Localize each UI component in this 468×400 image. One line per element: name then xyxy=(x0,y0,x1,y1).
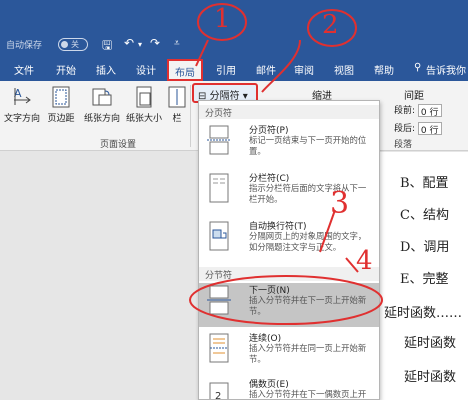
redo-icon[interactable]: ↷ xyxy=(150,36,160,50)
ribbon-tabs: 文件 开始 插入 设计 布局 引用 邮件 审阅 视图 帮助 ⚲ 告诉我你 xyxy=(0,57,468,81)
spacing-label: 间距 xyxy=(404,91,424,102)
size-button[interactable]: 纸张大小 xyxy=(124,85,164,124)
spacing-before-row: 段前: 0 行 xyxy=(394,103,442,118)
text-direction-button[interactable]: A 文字方向 xyxy=(4,85,40,124)
columns-button[interactable]: 栏 xyxy=(166,85,188,124)
spacing-after-label: 段后: xyxy=(394,124,416,134)
text-direction-icon: A xyxy=(14,87,31,105)
doc-line: C、结构 xyxy=(400,208,449,223)
next-page-icon xyxy=(207,285,231,315)
size-icon xyxy=(136,86,152,108)
undo-dropdown-icon[interactable]: ▾ xyxy=(138,40,142,49)
margins-icon xyxy=(52,86,70,108)
customize-qa-icon[interactable]: ⩡ xyxy=(174,38,180,49)
even-page-item[interactable]: 2 偶数页(E) 插入分节符并在下一偶数页上开始新节。 xyxy=(199,377,379,400)
column-break-icon xyxy=(209,173,229,203)
toggle-state: 关 xyxy=(71,40,79,49)
text-wrapping-desc: 分隔网页上的对象周围的文字，如分隔题注文字与正文。 xyxy=(249,231,367,252)
orientation-button[interactable]: 纸张方向 xyxy=(82,85,122,124)
even-page-desc: 插入分节符并在下一偶数页上开始新节。 xyxy=(249,389,367,399)
doc-line: 延时函数 xyxy=(404,336,457,351)
section-breaks-header: 分节符 xyxy=(199,267,379,281)
tab-mailings[interactable]: 邮件 xyxy=(256,62,276,77)
columns-icon xyxy=(168,86,186,108)
spacing-before-input[interactable]: 0 行 xyxy=(417,104,442,118)
autosave-label: 自动保存 xyxy=(6,41,43,51)
text-wrapping-item[interactable]: 自动换行符(T) 分隔网页上的对象周围的文字，如分隔题注文字与正文。 xyxy=(199,219,379,269)
tab-layout[interactable]: 布局 xyxy=(167,59,203,81)
spacing-after-input[interactable]: 0 行 xyxy=(417,122,442,136)
page-breaks-header: 分页符 xyxy=(199,105,379,119)
tab-home[interactable]: 开始 xyxy=(56,62,76,77)
continuous-item[interactable]: 连续(O) 插入分节符并在同一页上开始新节。 xyxy=(199,331,379,375)
text-wrapping-icon xyxy=(209,221,229,251)
margins-button[interactable]: 页边距 xyxy=(44,85,78,124)
continuous-desc: 插入分节符并在同一页上开始新节。 xyxy=(249,343,367,364)
doc-line: D、调用 xyxy=(400,240,450,255)
tab-file[interactable]: 文件 xyxy=(14,62,34,77)
undo-icon[interactable]: ↶ xyxy=(124,36,134,50)
doc-line: 延时函数 xyxy=(404,370,457,385)
spacing-before-label: 段前: xyxy=(394,106,416,116)
doc-line: 延时函数…… xyxy=(384,306,463,321)
save-icon[interactable]: 🖫 xyxy=(102,36,112,57)
tab-insert[interactable]: 插入 xyxy=(96,62,116,77)
search-icon[interactable]: ⚲ xyxy=(414,62,421,73)
tab-design[interactable]: 设计 xyxy=(136,62,156,77)
toggle-knob xyxy=(61,41,68,48)
breaks-dropdown: 分页符 分页符(P) 标记一页结束与下一页开始的位置。 分栏符(C) 指示分栏符… xyxy=(198,100,380,400)
svg-text:2: 2 xyxy=(215,391,221,400)
next-page-item[interactable]: 下一页(N) 插入分节符并在下一页上开始新节。 xyxy=(199,283,379,327)
page-setup-group-label: 页面设置 xyxy=(100,140,137,150)
doc-line: B、配置 xyxy=(400,176,449,191)
tab-review[interactable]: 审阅 xyxy=(294,62,314,77)
page-break-item[interactable]: 分页符(P) 标记一页结束与下一页开始的位置。 xyxy=(199,123,379,169)
next-page-desc: 插入分节符并在下一页上开始新节。 xyxy=(249,295,367,316)
spacing-after-row: 段后: 0 行 xyxy=(394,121,442,136)
paragraph-group-label: 段落 xyxy=(394,140,413,150)
even-page-icon: 2 xyxy=(209,382,229,400)
tell-me-input[interactable]: 告诉我你 xyxy=(426,62,466,77)
autosave-toggle[interactable]: 关 xyxy=(58,38,88,51)
doc-line: E、完整 xyxy=(400,272,449,287)
title-bar: 自动保存 关 🖫 ↶ ▾ ↷ ⩡ xyxy=(0,0,468,57)
column-break-desc: 指示分栏符后面的文字将从下一栏开始。 xyxy=(249,183,367,204)
continuous-icon xyxy=(209,333,229,363)
column-break-item[interactable]: 分栏符(C) 指示分栏符后面的文字将从下一栏开始。 xyxy=(199,171,379,217)
tab-references[interactable]: 引用 xyxy=(216,62,236,77)
ribbon-separator xyxy=(190,85,191,147)
tab-view[interactable]: 视图 xyxy=(334,62,354,77)
page-break-icon xyxy=(207,125,231,155)
orientation-icon xyxy=(92,88,112,106)
tab-help[interactable]: 帮助 xyxy=(374,62,394,77)
page-break-desc: 标记一页结束与下一页开始的位置。 xyxy=(249,135,367,156)
